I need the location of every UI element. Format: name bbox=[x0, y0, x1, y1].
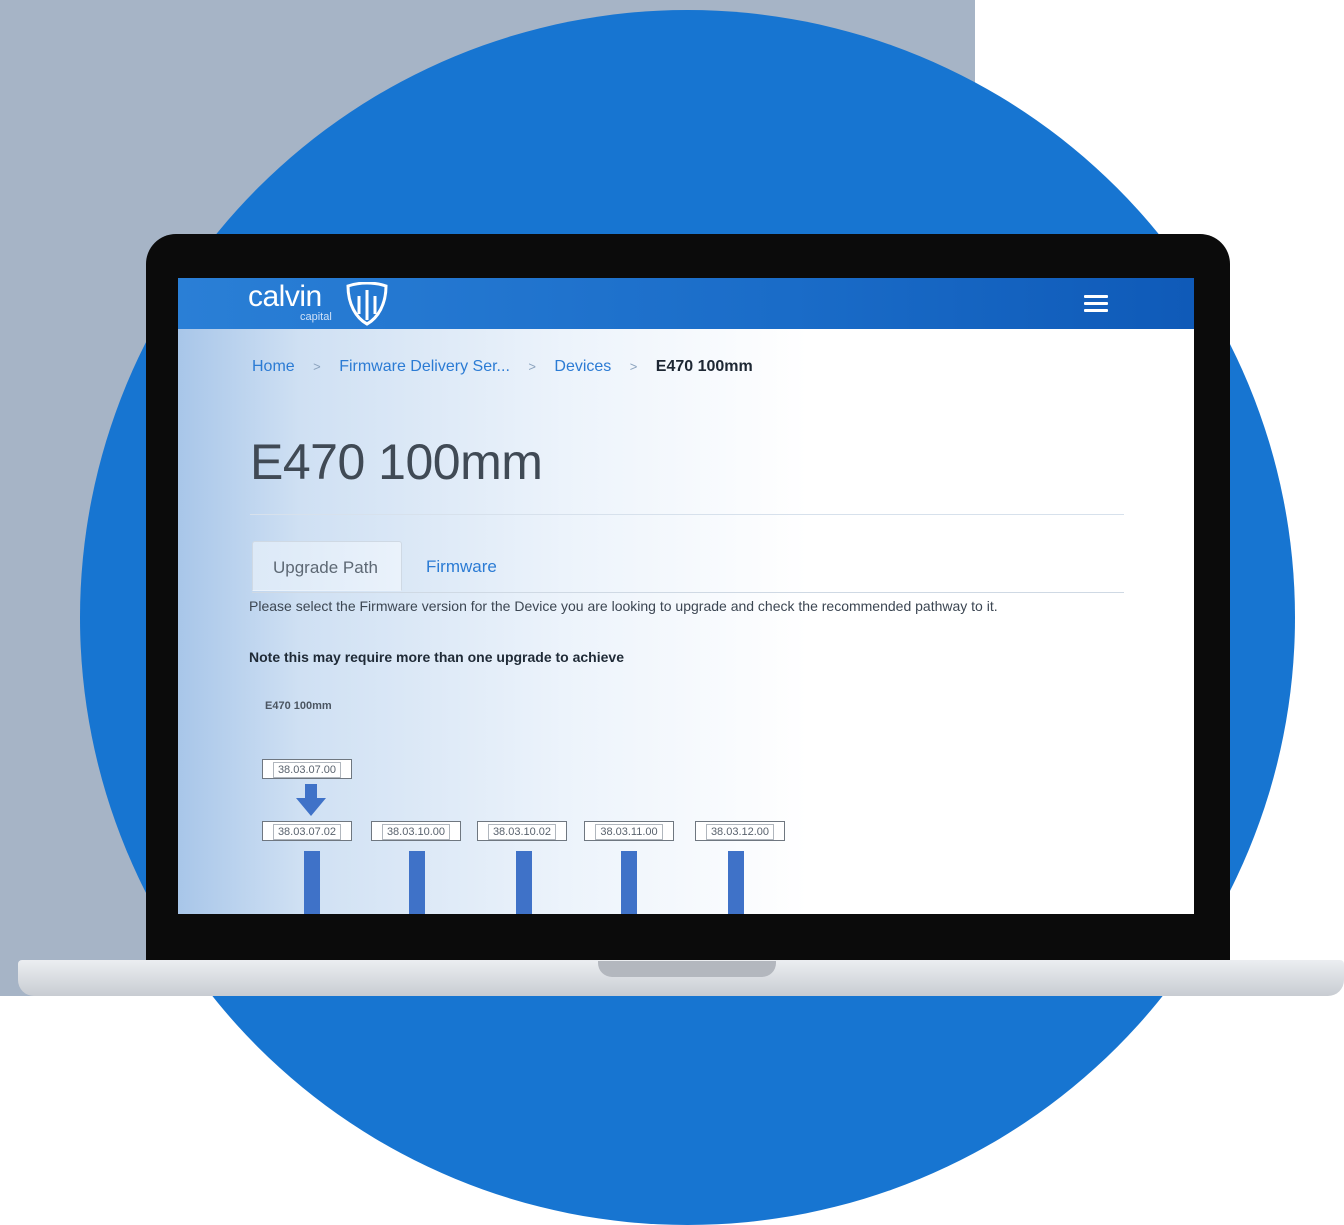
version-label: 38.03.07.02 bbox=[272, 824, 342, 840]
upgrade-path-line bbox=[304, 851, 320, 914]
title-divider bbox=[250, 514, 1124, 515]
tab-bar: Upgrade Path Firmware bbox=[252, 541, 1124, 593]
hamburger-icon[interactable] bbox=[1080, 288, 1112, 320]
version-box[interactable]: 38.03.11.00 bbox=[584, 821, 674, 841]
laptop-notch bbox=[598, 961, 776, 977]
tab-upgrade-path[interactable]: Upgrade Path bbox=[252, 541, 402, 591]
start-version-label: 38.03.07.00 bbox=[272, 762, 342, 778]
breadcrumb-separator: > bbox=[313, 359, 321, 374]
logo-subtitle: capital bbox=[300, 311, 332, 323]
down-arrow-icon bbox=[296, 784, 326, 816]
upgrade-path-line bbox=[728, 851, 744, 914]
version-box[interactable]: 38.03.12.00 bbox=[695, 821, 785, 841]
top-navbar: calvin capital bbox=[178, 278, 1194, 329]
intro-text: Please select the Firmware version for t… bbox=[249, 598, 998, 614]
version-label: 38.03.11.00 bbox=[595, 824, 663, 840]
breadcrumb-home[interactable]: Home bbox=[252, 358, 295, 375]
version-label: 38.03.12.00 bbox=[705, 824, 775, 840]
start-version-box[interactable]: 38.03.07.00 bbox=[262, 759, 352, 779]
breadcrumb: Home > Firmware Delivery Ser... > Device… bbox=[252, 358, 753, 376]
tab-firmware[interactable]: Firmware bbox=[406, 541, 517, 591]
breadcrumb-devices[interactable]: Devices bbox=[554, 358, 611, 375]
breadcrumb-firmware-delivery[interactable]: Firmware Delivery Ser... bbox=[339, 358, 510, 375]
version-box[interactable]: 38.03.07.02 bbox=[262, 821, 352, 841]
breadcrumb-separator: > bbox=[629, 359, 638, 374]
shield-logo-icon bbox=[346, 282, 388, 326]
breadcrumb-separator: > bbox=[528, 359, 536, 374]
laptop-screen: calvin capital Home > Firmware Delivery … bbox=[178, 278, 1194, 914]
version-box[interactable]: 38.03.10.00 bbox=[371, 821, 461, 841]
breadcrumb-current: E470 100mm bbox=[655, 358, 753, 375]
upgrade-note: Note this may require more than one upgr… bbox=[249, 649, 624, 665]
upgrade-path-line bbox=[621, 851, 637, 914]
version-label: 38.03.10.00 bbox=[381, 824, 451, 840]
version-label: 38.03.10.02 bbox=[487, 824, 557, 840]
upgrade-path-line bbox=[516, 851, 532, 914]
upgrade-path-line bbox=[409, 851, 425, 914]
page-title: E470 100mm bbox=[250, 434, 543, 490]
diagram-device-label: E470 100mm bbox=[265, 700, 332, 712]
logo-wordmark: calvin bbox=[248, 280, 322, 313]
version-box[interactable]: 38.03.10.02 bbox=[477, 821, 567, 841]
